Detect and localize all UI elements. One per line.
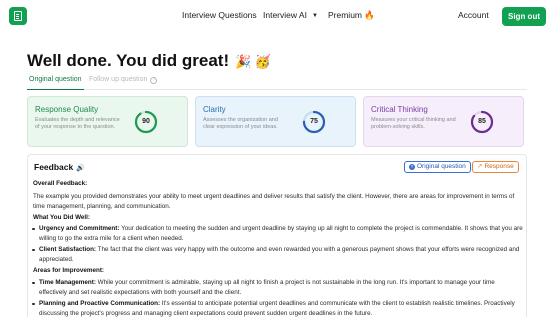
sign-out-button[interactable]: Sign out: [502, 7, 546, 26]
score-value: 85: [478, 118, 486, 125]
score-card-description: Evaluates the depth and relevance of you…: [35, 117, 120, 130]
score-card-description: Assesses the organization and clear expr…: [203, 117, 278, 130]
celebration-icon: 🎉 🥳: [235, 54, 272, 69]
fire-icon: 🔥: [364, 10, 375, 20]
feedback-panel: Feedback 🔊 ? Original question ↗ Response O…: [27, 154, 527, 317]
list-item-label: Client Satisfaction:: [39, 246, 97, 253]
list-item-text: While your commitment is admirable, stay…: [39, 279, 495, 296]
list-item-label: Planning and Proactive Communication:: [39, 300, 161, 307]
arrow-icon: ↗: [477, 163, 483, 170]
response-button[interactable]: ↗ Response: [472, 161, 519, 173]
question-icon: ?: [409, 164, 415, 170]
tab-follow-up-label: Follow up question: [89, 76, 148, 83]
tab-original-question[interactable]: Original question: [27, 76, 84, 90]
overall-feedback-heading: Overall Feedback:: [33, 180, 88, 187]
list-item: Client Satisfaction: The fact that the c…: [32, 245, 524, 264]
score-card-response-quality: Response Quality Evaluates the depth and…: [27, 96, 188, 147]
score-card-title: Response Quality: [35, 105, 99, 114]
list-item-label: Time Management:: [39, 279, 96, 286]
help-icon: ?: [150, 77, 158, 84]
speaker-icon[interactable]: 🔊: [76, 165, 85, 172]
score-card-title: Clarity: [203, 105, 226, 114]
tab-follow-up-question[interactable]: Follow up question?: [89, 76, 158, 90]
feedback-title: Feedback 🔊: [34, 162, 85, 172]
score-card-description: Measures your critical thinking and prob…: [371, 117, 456, 130]
original-question-button[interactable]: ? Original question: [404, 161, 471, 173]
nav-interview-ai[interactable]: Interview AI ▼: [263, 10, 318, 20]
page-title: Well done. You did great! 🎉 🥳: [27, 51, 271, 71]
score-card-title: Critical Thinking: [371, 105, 428, 114]
response-button-label: Response: [484, 163, 514, 170]
top-nav: Interview Questions Interview AI ▼ Premiu…: [0, 0, 550, 34]
score-card-clarity: Clarity Assesses the organization and cl…: [195, 96, 356, 147]
nav-premium-label: Premium: [328, 10, 363, 20]
overall-feedback-text: The example you provided demonstrates yo…: [33, 193, 515, 210]
list-item: Urgency and Commitment: Your dedication …: [32, 224, 524, 243]
list-item-text: The fact that the client was very happy …: [39, 246, 520, 263]
feedback-title-text: Feedback: [34, 162, 74, 172]
list-item: Time Management: While your commitment i…: [32, 278, 524, 297]
nav-premium[interactable]: Premium 🔥: [328, 10, 375, 21]
did-well-heading: What You Did Well:: [33, 214, 91, 221]
score-value: 90: [142, 118, 150, 125]
chevron-down-icon: ▼: [311, 13, 318, 19]
improvement-heading: Areas for Improvement:: [33, 267, 105, 274]
original-question-button-label: Original question: [417, 163, 466, 170]
nav-interview-questions[interactable]: Interview Questions: [182, 10, 257, 20]
question-tabs: Original question Follow up question?: [27, 76, 527, 90]
nav-interview-ai-label: Interview AI: [263, 10, 307, 20]
list-item-label: Urgency and Commitment:: [39, 225, 120, 232]
nav-account[interactable]: Account: [458, 10, 489, 20]
logo-icon[interactable]: [9, 7, 27, 25]
score-value: 75: [310, 118, 318, 125]
page-title-text: Well done. You did great!: [27, 51, 230, 70]
score-card-critical-thinking: Critical Thinking Measures your critical…: [363, 96, 524, 147]
list-item: Planning and Proactive Communication: It…: [32, 299, 524, 317]
